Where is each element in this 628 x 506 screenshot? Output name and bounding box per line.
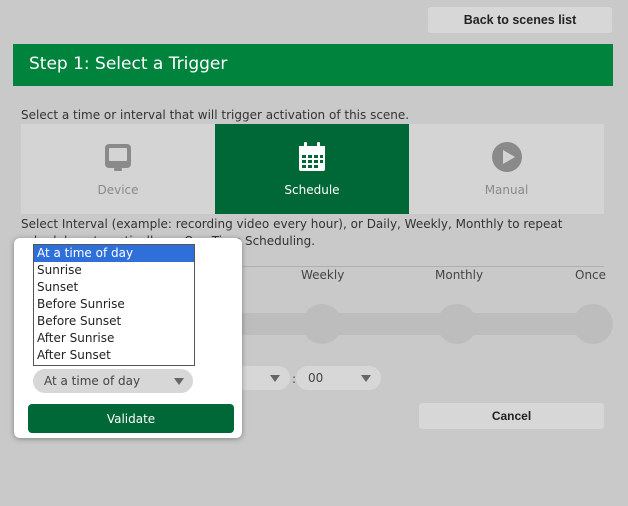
option-at-a-time-of-day[interactable]: At a time of day [34,245,194,262]
option-after-sunset[interactable]: After Sunset [34,347,194,364]
frequency-weekly-label: Weekly [301,268,345,282]
mode-manual[interactable]: Manual [409,124,604,214]
time-of-day-options: At a time of day Sunrise Sunset Before S… [33,244,195,366]
minute-select[interactable]: 00 [296,366,381,390]
frequency-monthly-label: Monthly [435,268,484,282]
option-sunset[interactable]: Sunset [34,279,194,296]
step-header: Step 1: Select a Trigger [13,44,613,86]
validate-button[interactable]: Validate [28,404,234,433]
calendar-icon [299,142,325,171]
mode-device-label: Device [97,183,139,197]
frequency-slider-track[interactable] [190,313,608,335]
option-before-sunset[interactable]: Before Sunset [34,313,194,330]
chevron-down-icon [270,375,280,382]
frequency-once-knob[interactable] [573,304,613,344]
intro-text: Select a time or interval that will trig… [21,108,410,122]
trigger-mode-selector: Device Schedule Manual [21,124,604,214]
frequency-weekly-knob[interactable] [302,304,342,344]
option-after-sunrise[interactable]: After Sunrise [34,330,194,347]
chevron-down-icon [174,378,184,385]
minute-value: 00 [308,371,324,385]
mode-schedule[interactable]: Schedule [215,124,409,214]
back-to-scenes-button[interactable]: Back to scenes list [428,7,612,33]
play-icon [491,142,522,172]
frequency-once-label: Once [575,268,607,282]
cancel-button[interactable]: Cancel [419,403,604,429]
mode-schedule-label: Schedule [284,183,340,197]
time-of-day-select[interactable]: At a time of day [33,369,193,393]
step-title: Step 1: Select a Trigger [29,54,228,74]
mode-device[interactable]: Device [21,124,215,214]
option-sunrise[interactable]: Sunrise [34,262,194,279]
option-before-sunrise[interactable]: Before Sunrise [34,296,194,313]
mode-manual-label: Manual [484,183,529,197]
chevron-down-icon [361,375,371,382]
frequency-monthly-knob[interactable] [437,304,477,344]
time-of-day-value: At a time of day [44,374,141,388]
device-icon [105,144,131,171]
